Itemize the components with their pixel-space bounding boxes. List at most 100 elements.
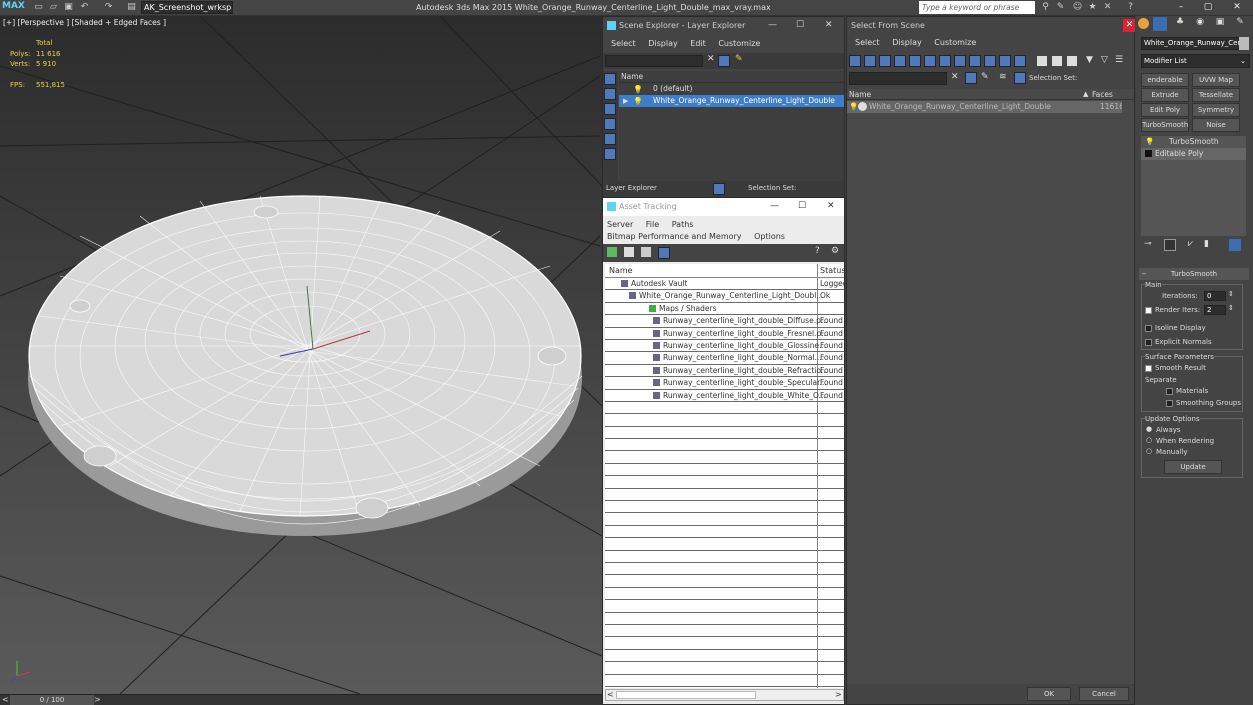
redo-icon[interactable]: ↷ [103, 2, 114, 13]
filter-spacewarps-icon[interactable] [924, 55, 936, 67]
scene-explorer-title[interactable]: Scene Explorer - Layer Explorer [603, 17, 844, 35]
display-shapes-icon[interactable] [604, 88, 616, 100]
filter-cameras-icon[interactable] [894, 55, 906, 67]
exchange-icon[interactable]: ✕ [1102, 2, 1113, 13]
always-radio[interactable]: ● [1146, 425, 1152, 433]
open-file-icon[interactable]: ▱ [48, 2, 59, 13]
binoculars-icon[interactable]: ⚲ [1040, 2, 1051, 13]
menu-display[interactable]: Display [648, 39, 678, 48]
minimize-button[interactable]: – [1170, 1, 1192, 14]
object-color-swatch[interactable] [1239, 37, 1249, 50]
menu-file[interactable]: File [646, 219, 659, 231]
iterations-input[interactable]: 0 [1204, 291, 1226, 301]
scene-explorer-minimize[interactable]: — [768, 20, 777, 30]
search-input[interactable]: Type a keyword or phrase [919, 1, 1035, 14]
display-all-icon[interactable] [604, 148, 616, 160]
manually-radio[interactable]: ○ [1146, 447, 1152, 455]
close-button[interactable]: ✕ [1226, 1, 1248, 14]
explicit-normals-checkbox[interactable] [1145, 339, 1152, 346]
select-none-icon[interactable] [1052, 56, 1062, 66]
viewport-label[interactable]: [+] [Perspective ] [Shaded + Edged Faces… [3, 18, 166, 27]
select-search-input[interactable] [849, 72, 947, 85]
column-name[interactable]: Name [609, 266, 633, 275]
asset-row[interactable]: Autodesk Vault Logged [605, 278, 844, 291]
render-iters-checkbox[interactable] [1145, 307, 1152, 314]
iterations-spinner-icon[interactable]: ⇕ [1228, 290, 1234, 298]
scroll-thumb[interactable] [616, 691, 756, 699]
filter-shapes-icon[interactable] [864, 55, 876, 67]
find-icon[interactable]: ✎ [981, 72, 989, 82]
object-name-field[interactable]: White_Orange_Runway_Cen [1141, 37, 1242, 50]
display-lights-icon[interactable] [604, 103, 616, 115]
modifier-list-dropdown[interactable]: Modifier List ⌄ [1141, 54, 1250, 68]
column-name[interactable]: Name [849, 90, 871, 99]
when-rendering-radio[interactable]: ○ [1146, 436, 1152, 444]
render-iters-input[interactable]: 2 [1204, 305, 1226, 315]
layer-row-object[interactable]: White_Orange_Runway_Centerline_Light_Dou… [619, 95, 844, 107]
filter-icon[interactable] [718, 55, 730, 67]
turbosmooth-rollout-header[interactable]: – TurboSmooth [1139, 268, 1249, 280]
filter-groups-icon[interactable] [939, 55, 951, 67]
asset-row[interactable]: Maps / Shaders [605, 303, 844, 316]
menu-paths[interactable]: Paths [672, 219, 694, 231]
scroll-right-icon[interactable]: > [835, 690, 842, 699]
list-options-icon[interactable]: ☰ [1115, 55, 1123, 65]
select-from-scene-title[interactable]: Select From Scene [847, 17, 1134, 35]
funnel-settings-icon[interactable]: ▽ [1101, 55, 1108, 65]
menu-server[interactable]: Server [607, 219, 633, 231]
layer-toggle-icon[interactable] [713, 183, 725, 195]
display-cameras-icon[interactable] [604, 118, 616, 130]
settings-query-icon[interactable]: ⚙ [831, 246, 839, 256]
horizontal-scrollbar[interactable]: < > [605, 689, 844, 701]
render-iters-spinner-icon[interactable]: ⇕ [1228, 304, 1234, 312]
modifier-button-turbosmooth[interactable]: TurboSmooth [1141, 118, 1189, 132]
menu-bitmap-performance[interactable]: Bitmap Performance and Memory [607, 231, 742, 243]
scene-explorer-search-input[interactable] [605, 55, 703, 67]
smooth-result-checkbox[interactable] [1145, 365, 1152, 372]
workspace-dropdown[interactable]: AK_Screenshot_wrksp [141, 1, 233, 14]
menu-options[interactable]: Options [754, 231, 785, 243]
make-unique-icon[interactable]: ⩗ [1188, 239, 1193, 249]
asset-row[interactable]: Runway_centerline_light_double_Fresnel.p… [605, 328, 844, 340]
hierarchy-tab-icon[interactable]: ♣ [1173, 17, 1187, 31]
asset-row[interactable]: Runway_centerline_light_double_Specular.… [605, 377, 844, 390]
asset-tracking-close[interactable]: ✕ [827, 201, 835, 211]
modifier-button-renderable-spline[interactable]: enderable Spli [1141, 73, 1189, 96]
asset-row[interactable]: White_Orange_Runway_Centerline_Light_Dou… [605, 290, 844, 303]
time-next-icon[interactable]: > [94, 695, 101, 704]
asset-row[interactable]: Runway_centerline_light_double_Refractio… [605, 365, 844, 378]
project-icon[interactable]: ▤ [126, 2, 137, 13]
list-icon[interactable] [624, 247, 634, 257]
light-bulb-icon[interactable]: 💡 [849, 101, 858, 113]
scene-explorer-close[interactable]: ✕ [825, 20, 833, 30]
configure-sets-icon[interactable] [1229, 239, 1241, 251]
undo-icon[interactable]: ↶ [79, 2, 90, 13]
pin-stack-icon[interactable]: ⊸ [1144, 239, 1152, 249]
update-button[interactable]: Update [1164, 460, 1222, 474]
modify-tab-icon[interactable] [1153, 17, 1167, 31]
filter-lights-icon[interactable] [879, 55, 891, 67]
menu-select[interactable]: Select [611, 39, 636, 48]
column-faces[interactable]: Faces [1092, 89, 1113, 100]
user-icon[interactable]: ☺ [1072, 2, 1083, 13]
app-logo-icon[interactable]: MAX [2, 1, 28, 15]
light-bulb-icon[interactable]: 💡 [633, 85, 643, 94]
help-query-icon[interactable]: ? [815, 246, 820, 256]
stack-item-turbosmooth[interactable]: 💡 TurboSmooth [1141, 136, 1246, 148]
asset-row[interactable]: Runway_centerline_light_double_Normal...… [605, 352, 844, 365]
cancel-button[interactable]: Cancel [1079, 687, 1129, 701]
display-geometry-icon[interactable] [604, 73, 616, 85]
filter-xrefs-icon[interactable] [954, 55, 966, 67]
isoline-checkbox[interactable] [1145, 325, 1152, 332]
menu-customize[interactable]: Customize [718, 39, 760, 48]
create-tab-icon[interactable] [1138, 18, 1149, 29]
select-invert-icon[interactable] [1067, 56, 1077, 66]
show-end-result-icon[interactable] [1164, 239, 1176, 251]
asset-row[interactable]: Runway_centerline_light_double_Diffuse.p… [605, 315, 844, 328]
scroll-left-icon[interactable]: < [607, 690, 614, 699]
filter-frozen-icon[interactable] [999, 55, 1011, 67]
clear-search-icon[interactable]: ✕ [707, 54, 715, 64]
display-tab-icon[interactable]: ▣ [1213, 17, 1227, 31]
modifier-button-tessellate[interactable]: Tessellate [1192, 88, 1240, 102]
filter-helpers-icon[interactable] [909, 55, 921, 67]
